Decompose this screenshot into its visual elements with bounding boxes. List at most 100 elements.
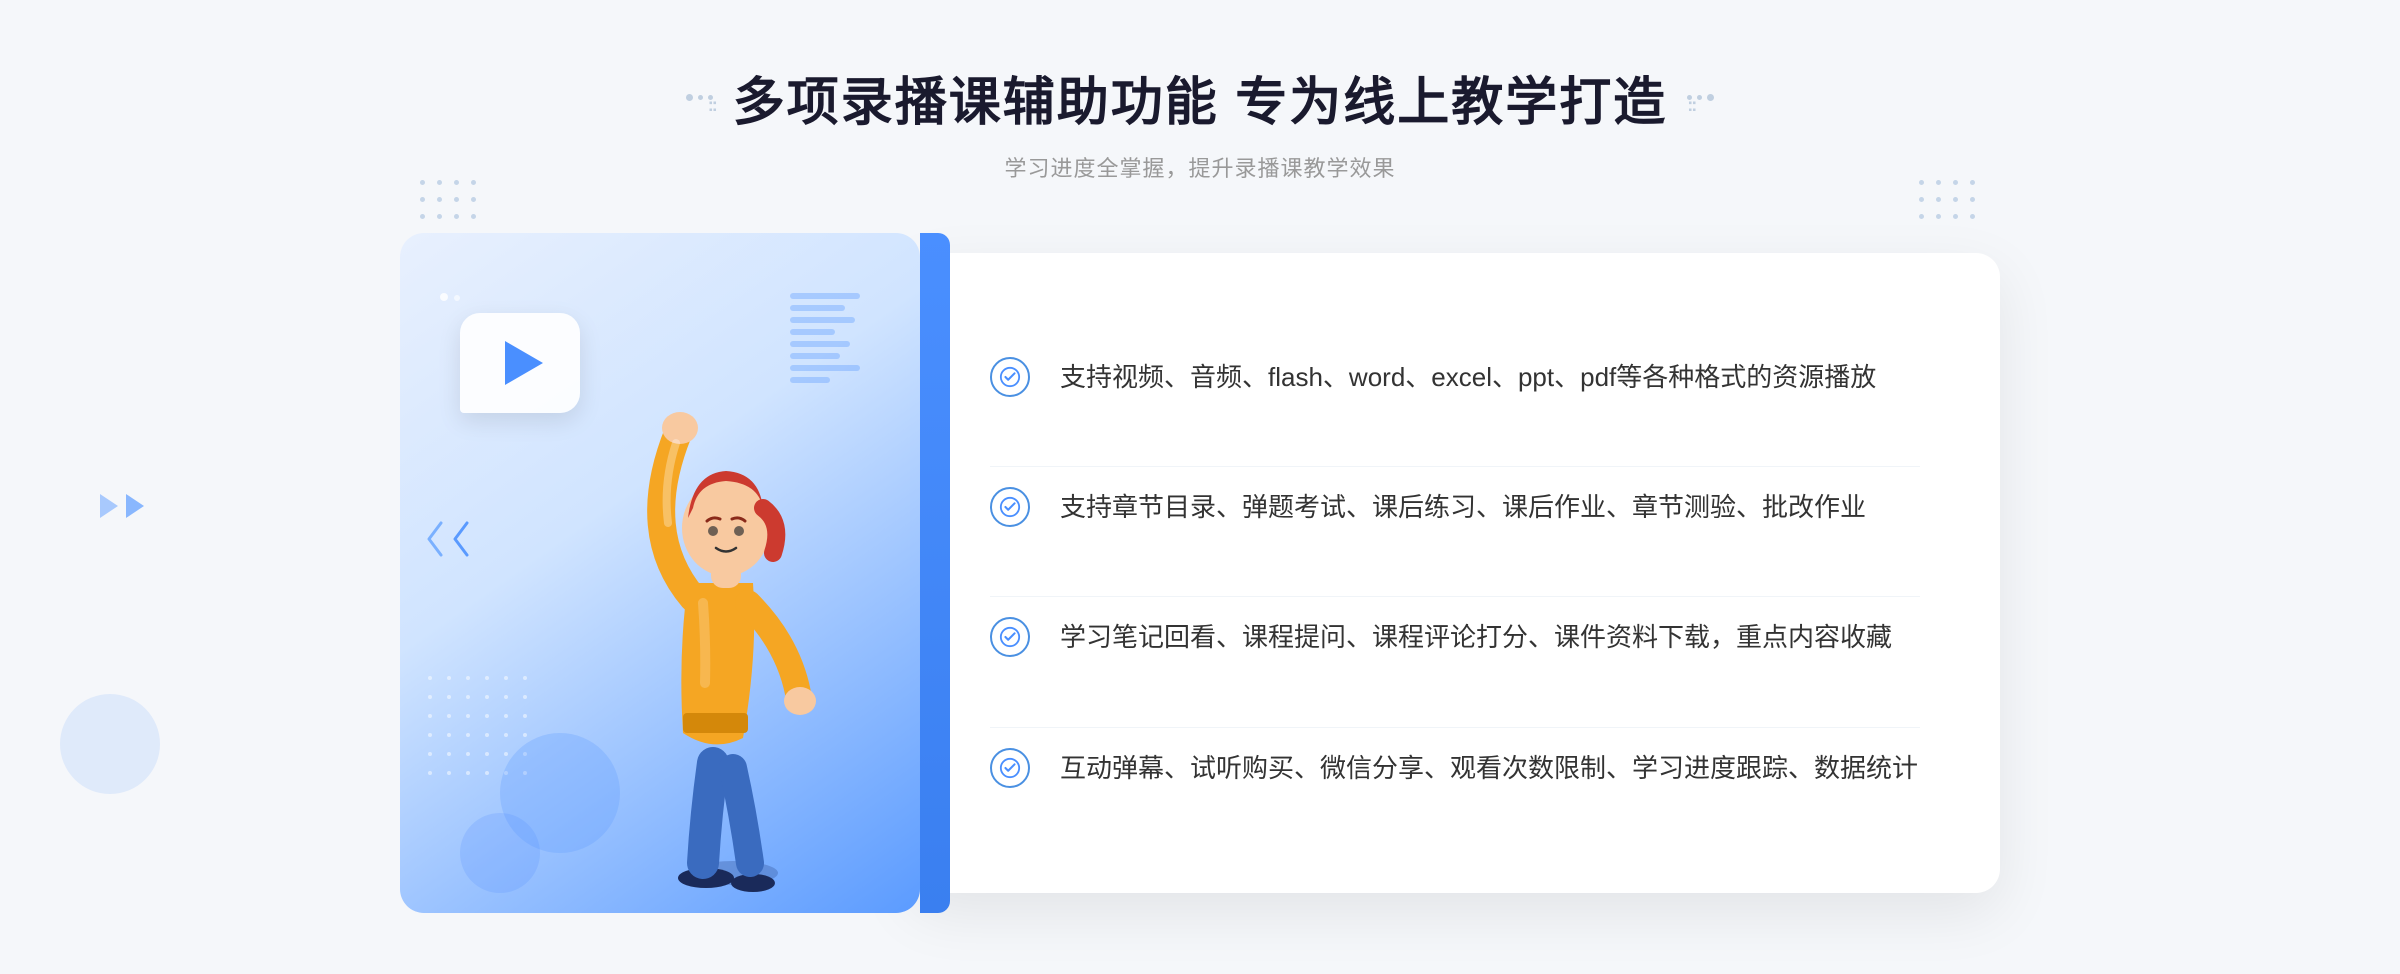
dot — [523, 733, 527, 737]
top-right-dots — [1919, 180, 1980, 224]
colon-dots: :: — [1687, 95, 1692, 100]
chevron-right-icon — [126, 494, 144, 518]
dot — [440, 293, 448, 301]
dot — [454, 295, 460, 301]
double-arrow — [425, 521, 471, 557]
left-chevron-decoration — [100, 494, 144, 518]
feature-text-4: 互动弹幕、试听购买、微信分享、观看次数限制、学习进度跟踪、数据统计 — [1060, 748, 1918, 790]
page-wrapper: :: 多项录播课辅助功能 专为线上教学打造 :: 学习进度全掌握，提升录播课教学… — [0, 0, 2400, 974]
dot — [523, 695, 527, 699]
check-circle-icon — [990, 487, 1030, 527]
dot-grid — [420, 180, 481, 224]
checkmark-icon — [999, 757, 1021, 779]
dot — [485, 695, 489, 699]
dot — [454, 180, 459, 185]
dot — [466, 733, 470, 737]
stripe — [790, 341, 850, 347]
sparkle-decoration — [440, 293, 460, 301]
dot — [420, 180, 425, 185]
feature-text-3: 学习笔记回看、课程提问、课程评论打分、课件资料下载，重点内容收藏 — [1060, 617, 1892, 659]
dot — [428, 752, 432, 756]
dot — [466, 676, 470, 680]
dot-icon — [1697, 95, 1702, 100]
dot — [428, 771, 432, 775]
dot — [523, 714, 527, 718]
dot — [420, 214, 425, 219]
dot — [437, 214, 442, 219]
dot — [1936, 197, 1941, 202]
dot — [485, 714, 489, 718]
dot — [485, 771, 489, 775]
person-illustration — [558, 353, 898, 913]
top-left-dots — [420, 180, 481, 224]
dot — [447, 733, 451, 737]
dot — [420, 197, 425, 202]
dot-icon — [686, 94, 693, 101]
dot — [428, 695, 432, 699]
chevron-right-icon — [100, 494, 118, 518]
feature-item: 学习笔记回看、课程提问、课程评论打分、课件资料下载，重点内容收藏 — [990, 596, 1920, 679]
dot — [1953, 214, 1958, 219]
dot — [471, 180, 476, 185]
dot — [1936, 214, 1941, 219]
dot — [1919, 214, 1924, 219]
dot — [485, 676, 489, 680]
dot — [466, 714, 470, 718]
dot — [447, 695, 451, 699]
illustration-card — [400, 233, 920, 913]
dot — [471, 197, 476, 202]
content-area: 支持视频、音频、flash、word、excel、ppt、pdf等各种格式的资源… — [400, 233, 2000, 913]
feature-item: 支持视频、音频、flash、word、excel、ppt、pdf等各种格式的资源… — [990, 337, 1920, 419]
dot-icon — [698, 95, 703, 100]
play-triangle-icon — [505, 341, 543, 385]
dot — [466, 695, 470, 699]
dot — [1970, 197, 1975, 202]
feature-text-1: 支持视频、音频、flash、word、excel、ppt、pdf等各种格式的资源… — [1060, 357, 1876, 399]
check-circle-icon — [990, 617, 1030, 657]
stripe — [790, 317, 855, 323]
dot — [1953, 197, 1958, 202]
dot — [1970, 214, 1975, 219]
checkmark-icon — [999, 496, 1021, 518]
page-title: 多项录播课辅助功能 专为线上教学打造 — [733, 60, 1667, 135]
decorative-circle-left — [60, 694, 160, 794]
feature-item: 支持章节目录、弹题考试、课后练习、课后作业、章节测验、批改作业 — [990, 466, 1920, 549]
check-circle-icon — [990, 748, 1030, 788]
dot — [454, 197, 459, 202]
feature-item: 互动弹幕、试听购买、微信分享、观看次数限制、学习进度跟踪、数据统计 — [990, 727, 1920, 810]
dot — [447, 676, 451, 680]
dot — [447, 714, 451, 718]
dot — [447, 771, 451, 775]
stripe — [790, 293, 860, 299]
feature-text-2: 支持章节目录、弹题考试、课后练习、课后作业、章节测验、批改作业 — [1060, 487, 1866, 529]
right-decorator: :: — [1687, 94, 1714, 101]
dot — [504, 695, 508, 699]
dot — [504, 752, 508, 756]
dot — [428, 733, 432, 737]
dot — [485, 733, 489, 737]
dot-grid — [1919, 180, 1980, 224]
decorative-circle-2 — [460, 813, 540, 893]
dot — [454, 214, 459, 219]
dot — [471, 214, 476, 219]
stripe — [790, 329, 835, 335]
dot — [504, 676, 508, 680]
dot-icon — [1707, 94, 1714, 101]
dot — [1953, 180, 1958, 185]
stripe — [790, 305, 845, 311]
dot — [447, 752, 451, 756]
colon-dots: :: — [708, 95, 713, 100]
title-row: :: 多项录播课辅助功能 专为线上教学打造 :: — [686, 60, 1714, 135]
dot — [1919, 197, 1924, 202]
arrow-decoration — [425, 521, 471, 557]
chevron-left-icon — [451, 521, 471, 557]
dot — [466, 771, 470, 775]
dot — [1970, 180, 1975, 185]
sparkle-dots — [440, 293, 460, 301]
left-decorator: :: — [686, 94, 713, 101]
checkmark-icon — [999, 626, 1021, 648]
dot — [523, 676, 527, 680]
dot — [437, 197, 442, 202]
dot — [485, 752, 489, 756]
header-section: :: 多项录播课辅助功能 专为线上教学打造 :: 学习进度全掌握，提升录播课教学… — [686, 60, 1714, 183]
